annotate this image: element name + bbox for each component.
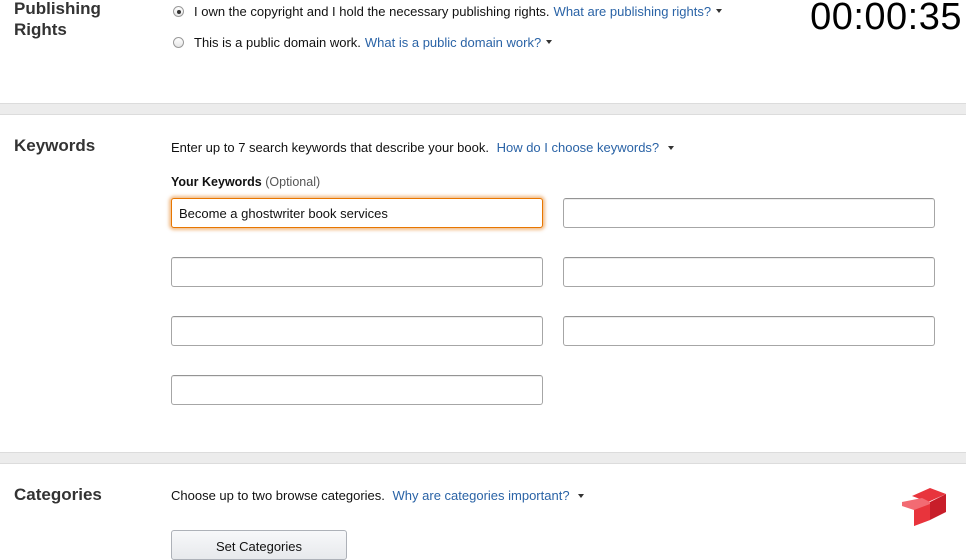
- radio-own-rights-label: I own the copyright and I hold the neces…: [194, 4, 550, 19]
- keyword-input-3[interactable]: [171, 257, 543, 287]
- keywords-help: Enter up to 7 search keywords that descr…: [171, 140, 674, 155]
- publishing-rights-help-link[interactable]: What are publishing rights?: [554, 4, 712, 19]
- categories-help-link[interactable]: Why are categories important?: [393, 488, 570, 503]
- radio-public-domain-button[interactable]: [173, 37, 184, 48]
- recording-timer: 00:00:35: [810, 0, 962, 38]
- public-domain-help-link[interactable]: What is a public domain work?: [365, 35, 541, 50]
- categories-help: Choose up to two browse categories. Why …: [171, 488, 585, 503]
- categories-help-text: Choose up to two browse categories.: [171, 488, 385, 503]
- section-divider: [0, 452, 966, 464]
- radio-public-domain-label: This is a public domain work.: [194, 35, 361, 50]
- your-keywords-label-text: Your Keywords: [171, 175, 262, 189]
- publishing-rights-title-line2: Rights: [14, 20, 67, 39]
- your-keywords-label: Your Keywords (Optional): [171, 175, 320, 189]
- categories-title: Categories: [14, 485, 102, 504]
- publishing-rights-title-line1: Publishing: [14, 0, 101, 18]
- keyword-input-5[interactable]: [171, 316, 543, 346]
- keywords-help-text: Enter up to 7 search keywords that descr…: [171, 140, 489, 155]
- chevron-down-icon[interactable]: [546, 39, 553, 44]
- brand-logo-icon: [902, 488, 946, 526]
- keyword-input-2[interactable]: [563, 198, 935, 228]
- chevron-down-icon[interactable]: [716, 8, 723, 13]
- keyword-input-6[interactable]: [563, 316, 935, 346]
- radio-public-domain[interactable]: This is a public domain work. What is a …: [173, 35, 553, 50]
- categories-section: Categories Choose up to two browse categ…: [0, 464, 966, 545]
- keyword-input-1[interactable]: [171, 198, 543, 228]
- radio-own-rights-button[interactable]: [173, 6, 184, 17]
- keyword-input-4[interactable]: [563, 257, 935, 287]
- publishing-rights-title: Publishing Rights: [14, 0, 101, 40]
- radio-own-rights[interactable]: I own the copyright and I hold the neces…: [173, 4, 723, 19]
- keywords-title: Keywords: [14, 136, 96, 155]
- chevron-down-icon[interactable]: [578, 493, 585, 498]
- keyword-input-7[interactable]: [171, 375, 543, 405]
- optional-label: (Optional): [265, 175, 321, 189]
- chevron-down-icon[interactable]: [667, 145, 674, 150]
- set-categories-button[interactable]: Set Categories: [171, 530, 347, 560]
- keywords-help-link[interactable]: How do I choose keywords?: [497, 140, 660, 155]
- section-divider: [0, 103, 966, 115]
